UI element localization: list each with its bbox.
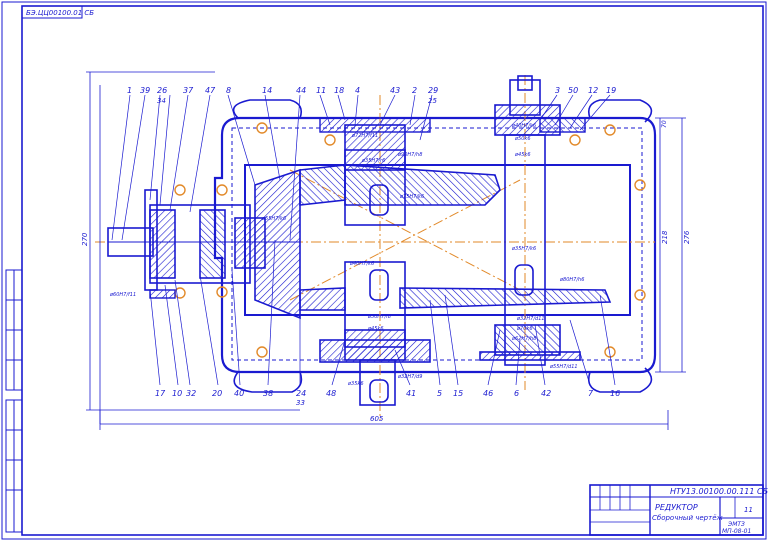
balloon-19: 19 xyxy=(606,86,616,95)
fit-note: ø45k6 xyxy=(367,326,384,332)
balloon-8: 8 xyxy=(226,86,231,95)
balloon-46: 46 xyxy=(483,389,493,398)
fit-note: ø62H7/h8 xyxy=(511,336,536,342)
dim-height-left: 270 xyxy=(81,232,89,246)
balloon-41: 41 xyxy=(406,389,416,398)
balloon-18: 18 xyxy=(334,86,344,95)
balloon-1: 1 xyxy=(127,86,132,95)
fit-note: ø50H7/f8 xyxy=(367,314,391,320)
balloon-34: 34 xyxy=(157,97,166,105)
drawing-title: РЕДУКТОР xyxy=(655,503,698,512)
sheet-number: 11 xyxy=(744,506,753,514)
drawing-designation: НТУ13.00100.00.111 СБ xyxy=(670,487,769,496)
fit-note: ø90H7/h8 xyxy=(397,152,422,158)
balloon-43: 43 xyxy=(390,86,400,95)
balloon-25: 25 xyxy=(428,97,437,105)
balloon-16: 16 xyxy=(610,389,620,398)
balloon-50: 50 xyxy=(568,86,578,95)
fit-note: ø35k6 xyxy=(347,381,364,387)
balloon-10: 10 xyxy=(172,389,182,398)
fit-note: ø70k6 xyxy=(516,326,533,332)
fit-note: ø55H7/d11 xyxy=(549,364,578,370)
fit-note: ø35H7/k6 xyxy=(511,246,536,252)
balloon-20: 20 xyxy=(212,389,222,398)
balloon-40: 40 xyxy=(234,389,244,398)
balloon-11: 11 xyxy=(316,86,326,95)
fit-note: ø72H7/f11 xyxy=(351,133,378,139)
fit-note: ø40H7/k6 xyxy=(349,261,374,267)
balloon-38: 38 xyxy=(263,389,273,398)
fit-note: ø60H7/f11 xyxy=(109,292,136,298)
assembly-drawing-sheet: БЭ.ЦЦ00100.01 СБ 605 270 218 276 70 1 39… xyxy=(1,1,769,540)
balloon-48: 48 xyxy=(326,389,336,398)
intermediate-gear xyxy=(344,124,501,226)
balloon-26: 26 xyxy=(157,86,167,95)
fit-note: ø45k6 xyxy=(514,152,531,158)
dim-height-right-outer: 276 xyxy=(683,230,691,244)
balloon-14: 14 xyxy=(262,86,272,95)
balloon-33: 33 xyxy=(296,399,305,407)
balloon-42: 42 xyxy=(541,389,551,398)
fit-note: ø32H7/d9 xyxy=(397,374,422,380)
balloon-47: 47 xyxy=(205,86,216,95)
left-margin-stamp xyxy=(5,269,23,533)
drawing-subtitle: Сборочный чертёж xyxy=(652,514,723,522)
balloon-2: 2 xyxy=(412,86,417,95)
balloon-17: 17 xyxy=(155,389,166,398)
organization-line-2: МП-08-01 xyxy=(722,528,751,535)
fit-note: ø80H7/h6 xyxy=(559,277,584,283)
fit-note: ø75H7/k6 xyxy=(399,194,424,200)
dim-top-right: 70 xyxy=(661,120,668,128)
balloon-15: 15 xyxy=(453,389,463,398)
balloon-24: 24 xyxy=(296,389,306,398)
fit-note: ø50k6 xyxy=(514,136,531,142)
balloon-29: 29 xyxy=(428,86,438,95)
fit-note: ø35H7/r6 xyxy=(361,158,385,164)
balloon-32: 32 xyxy=(186,389,196,398)
fit-note: ø40H7/k6 xyxy=(511,123,536,129)
balloon-39: 39 xyxy=(140,86,150,95)
balloon-7: 7 xyxy=(588,389,594,398)
balloon-4: 4 xyxy=(355,86,360,95)
fit-note: ø32H7/d11 xyxy=(516,316,545,322)
balloon-12: 12 xyxy=(588,86,598,95)
fit-note: ø55H7/k6 xyxy=(261,216,286,222)
top-code: БЭ.ЦЦ00100.01 СБ xyxy=(26,9,94,17)
balloon-5: 5 xyxy=(437,389,442,398)
balloon-44: 44 xyxy=(296,86,306,95)
balloon-6: 6 xyxy=(514,389,519,398)
balloons-top: 1 39 26 34 37 47 8 14 44 11 18 4 43 2 29… xyxy=(127,86,616,105)
dim-overall-length: 605 xyxy=(370,415,384,423)
organization-line-1: ЭМТЗ xyxy=(727,521,745,528)
dim-height-right-inner: 218 xyxy=(661,230,669,244)
balloon-37: 37 xyxy=(183,86,194,95)
balloon-3: 3 xyxy=(555,86,560,95)
